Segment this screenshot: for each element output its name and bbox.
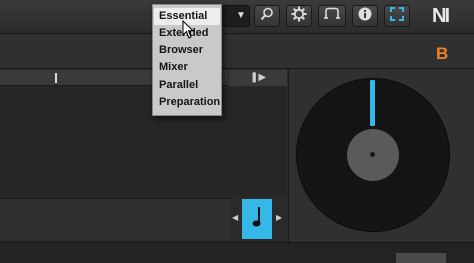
platter-spindle (370, 152, 375, 157)
prev-arrow-icon[interactable]: ◀ (232, 210, 240, 226)
bottom-scrollbar[interactable] (396, 253, 446, 263)
search-icon (260, 7, 274, 26)
waveform-area[interactable] (0, 87, 287, 197)
menu-item-mixer[interactable]: Mixer (154, 59, 220, 76)
cue-play-icon[interactable]: ❚▶ (250, 72, 266, 84)
search-button[interactable] (254, 5, 280, 27)
chevron-down-icon[interactable]: ▼ (232, 5, 250, 27)
settings-button[interactable] (286, 5, 312, 27)
deck-header (0, 35, 474, 69)
deck-bottom-strip (0, 198, 230, 240)
next-arrow-icon[interactable]: ▶ (276, 210, 284, 226)
beat-button[interactable] (242, 199, 272, 239)
ni-logo: NI (432, 5, 450, 27)
info-icon (358, 7, 372, 26)
info-button[interactable] (352, 5, 378, 27)
music-note-icon (251, 206, 263, 233)
gear-icon (291, 6, 307, 27)
platter-position-marker (370, 80, 375, 126)
menu-item-browser[interactable]: Browser (154, 42, 220, 59)
record-icon (323, 7, 341, 26)
menu-item-parallel[interactable]: Parallel (154, 77, 220, 94)
menu-item-preparation[interactable]: Preparation (154, 94, 220, 111)
fullscreen-button[interactable] (384, 5, 410, 27)
record-button[interactable] (318, 5, 346, 27)
fullscreen-icon (390, 6, 404, 26)
deck-letter: B (436, 44, 449, 63)
pointer-cursor-icon (182, 19, 196, 40)
position-marker (55, 73, 57, 83)
